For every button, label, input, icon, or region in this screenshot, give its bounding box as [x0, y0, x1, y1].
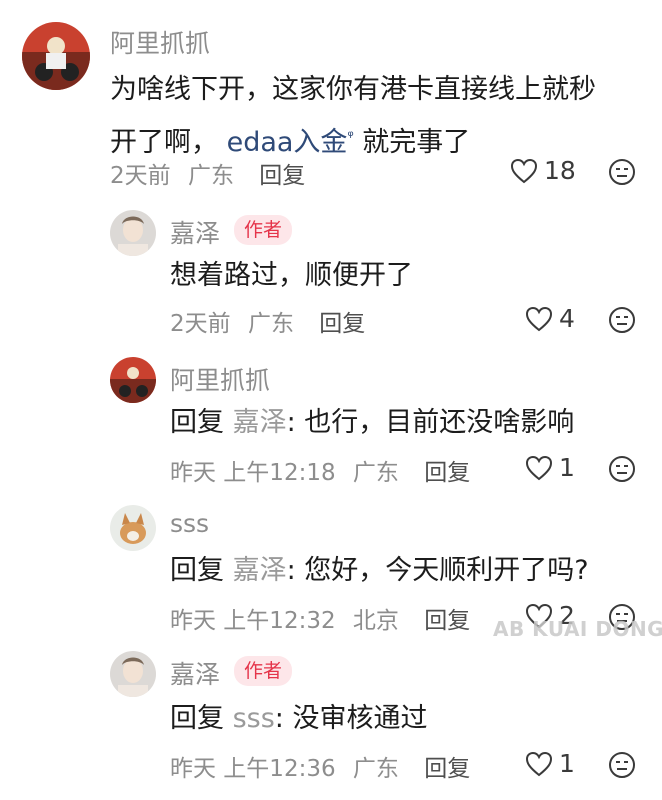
comment-author[interactable]: 阿里抓抓	[170, 361, 270, 397]
meh-face-icon[interactable]	[608, 455, 636, 483]
comment-location: 广东	[247, 311, 294, 337]
like-button[interactable]: 1	[525, 453, 575, 482]
comment-meta: 昨天 上午12:36 广东 回复	[170, 749, 480, 783]
watermark: AB KUAI DONG	[493, 617, 662, 641]
heart-outline-icon	[525, 306, 553, 331]
comment-text: 回复 嘉泽: 您好，今天顺利开了吗?	[170, 555, 589, 586]
like-count: 1	[559, 749, 575, 778]
reply-button[interactable]: 回复	[259, 163, 305, 189]
heart-outline-icon	[510, 158, 538, 183]
comment-meta: 2天前 广东 回复	[170, 304, 375, 338]
comment-author[interactable]: 嘉泽	[170, 655, 220, 691]
comment-text-pre: 为啥线下开，这家你有港卡直接线上就秒开了啊，	[110, 74, 596, 158]
meh-face-icon[interactable]	[608, 158, 636, 186]
comment-body: 没审核通过	[292, 703, 428, 734]
reply-target-user[interactable]: sss	[233, 703, 275, 734]
avatar[interactable]	[22, 22, 90, 90]
meh-face-icon[interactable]	[608, 306, 636, 334]
reply-prefix: 回复	[170, 703, 224, 734]
comment-text: 为啥线下开，这家你有港卡直接线上就秒开了啊， edaa入金ᵠ 就完事了	[110, 66, 622, 166]
like-button[interactable]: 1	[525, 749, 575, 778]
reply-prefix: 回复	[170, 555, 224, 586]
comment-text-post: 就完事了	[362, 127, 471, 158]
heart-outline-icon	[525, 455, 553, 480]
search-icon[interactable]: ᵠ	[347, 127, 353, 145]
comment-location: 广东	[352, 756, 399, 782]
comment-author[interactable]: 嘉泽	[170, 214, 220, 250]
meh-face-icon[interactable]	[608, 751, 636, 779]
reply-button[interactable]: 回复	[319, 311, 365, 337]
reply-button[interactable]: 回复	[424, 460, 470, 486]
comment-meta: 昨天 上午12:32 北京 回复	[170, 601, 480, 635]
comment-text: 回复 嘉泽: 也行，目前还没啥影响	[170, 407, 575, 438]
comment-location: 广东	[187, 163, 234, 189]
comment-time: 昨天 上午12:18	[170, 460, 336, 486]
reply-target-user[interactable]: 嘉泽	[233, 407, 287, 438]
comment-body: 也行，目前还没啥影响	[304, 407, 575, 438]
author-badge: 作者	[234, 215, 293, 245]
like-count: 18	[544, 156, 576, 185]
comment-author[interactable]: 阿里抓抓	[110, 24, 210, 60]
comment-text: 想着路过，顺便开了	[170, 260, 413, 291]
comment-time: 昨天 上午12:32	[170, 608, 336, 634]
heart-outline-icon	[525, 751, 553, 776]
comment-meta: 昨天 上午12:18 广东 回复	[170, 453, 480, 487]
comment-body: 您好，今天顺利开了吗?	[304, 555, 589, 586]
comment-time: 2天前	[170, 311, 231, 337]
comment-time: 2天前	[110, 163, 171, 189]
avatar[interactable]	[110, 357, 156, 403]
comment-time: 昨天 上午12:36	[170, 756, 336, 782]
reply-target-user[interactable]: 嘉泽	[233, 555, 287, 586]
like-count: 4	[559, 304, 575, 333]
reply-button[interactable]: 回复	[424, 756, 470, 782]
comment-meta: 2天前 广东 回复	[110, 156, 315, 190]
like-count: 1	[559, 453, 575, 482]
like-button[interactable]: 18	[510, 156, 576, 185]
avatar[interactable]	[110, 651, 156, 697]
avatar[interactable]	[110, 210, 156, 256]
avatar[interactable]	[110, 505, 156, 551]
comment-author[interactable]: sss	[170, 509, 209, 538]
reply-button[interactable]: 回复	[424, 608, 470, 634]
like-button[interactable]: 4	[525, 304, 575, 333]
search-link[interactable]: edaa入金	[227, 127, 348, 158]
reply-prefix: 回复	[170, 407, 224, 438]
comment-text: 回复 sss: 没审核通过	[170, 703, 428, 734]
comment-location: 北京	[352, 608, 399, 634]
comment-location: 广东	[352, 460, 399, 486]
author-badge: 作者	[234, 656, 293, 686]
